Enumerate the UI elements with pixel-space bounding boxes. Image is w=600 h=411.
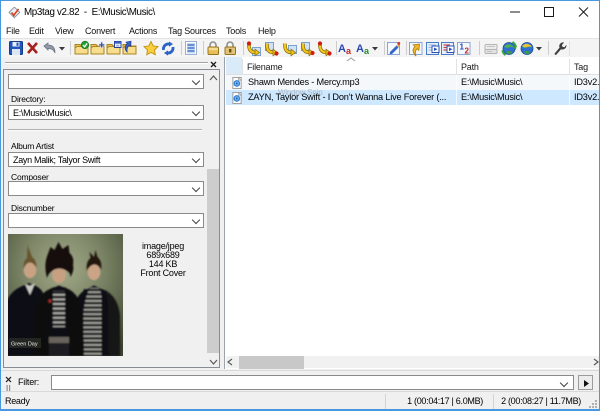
svg-text:Green Day: Green Day <box>11 342 38 348</box>
svg-text:2: 2 <box>465 47 470 56</box>
svg-text:A: A <box>356 43 364 55</box>
svg-text:a: a <box>346 46 352 56</box>
svg-text:a: a <box>364 46 370 56</box>
svg-text:A: A <box>338 43 346 55</box>
